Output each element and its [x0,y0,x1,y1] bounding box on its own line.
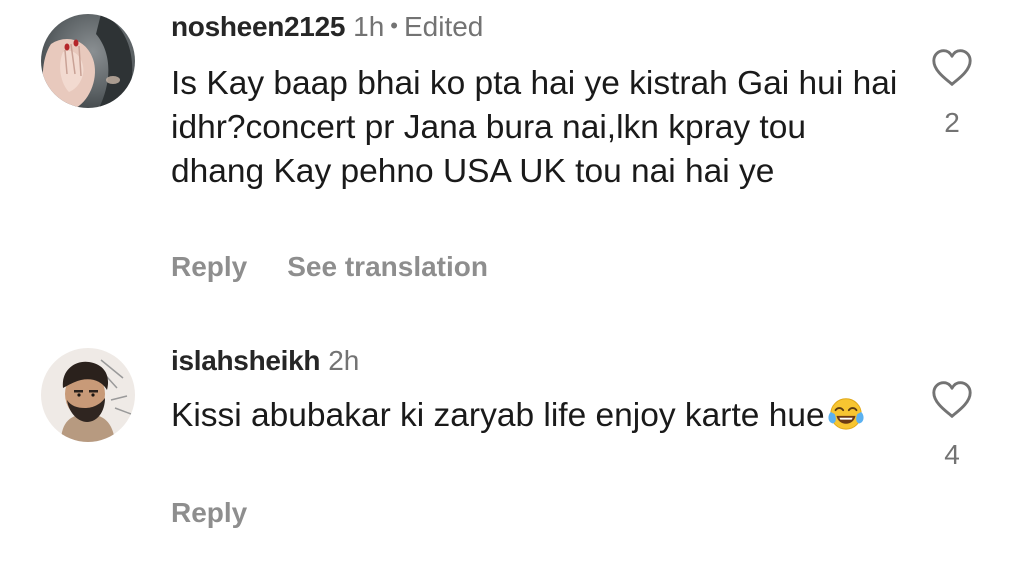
like-count: 2 [944,107,960,138]
like-control: 2 [926,48,978,140]
comment-item: nosheen2125 1h • Edited Is Kay baap bhai ko… [0,0,1024,300]
comment-text: Is Kay baap bhai ko pta hai ye kistrah G… [171,65,898,190]
separator-dot: • [390,13,398,38]
avatar[interactable] [41,14,135,108]
username[interactable]: nosheen2125 [171,11,345,42]
timestamp: 1h [353,11,385,42]
comment-text: Kissi abubakar ki zaryab life enjoy kart… [171,394,901,438]
edited-label: Edited [403,11,484,42]
reply-button[interactable]: Reply [171,251,247,282]
heart-outline-icon[interactable] [930,48,974,88]
profile-photo-icon [41,348,135,442]
like-control: 4 [926,380,978,472]
timestamp: 2h [328,345,360,376]
see-translation-button[interactable]: See translation [287,251,488,282]
profile-photo-icon [41,14,135,108]
face-with-tears-of-joy-icon [827,394,865,432]
heart-outline-icon[interactable] [930,380,974,420]
reply-button[interactable]: Reply [171,497,247,528]
comment-meta: islahsheikh 2h [171,344,359,378]
comment-item: islahsheikh 2h Kissi abubakar ki zaryab l… [0,330,1024,560]
username[interactable]: islahsheikh [171,345,321,376]
comment-text-content: Kissi abubakar ki zaryab life enjoy kart… [171,397,825,434]
like-count: 4 [944,439,960,470]
comment-actions: Reply See translation [171,250,488,284]
avatar[interactable] [41,348,135,442]
comment-meta: nosheen2125 1h • Edited [171,10,483,46]
comment-actions: Reply [171,496,247,530]
